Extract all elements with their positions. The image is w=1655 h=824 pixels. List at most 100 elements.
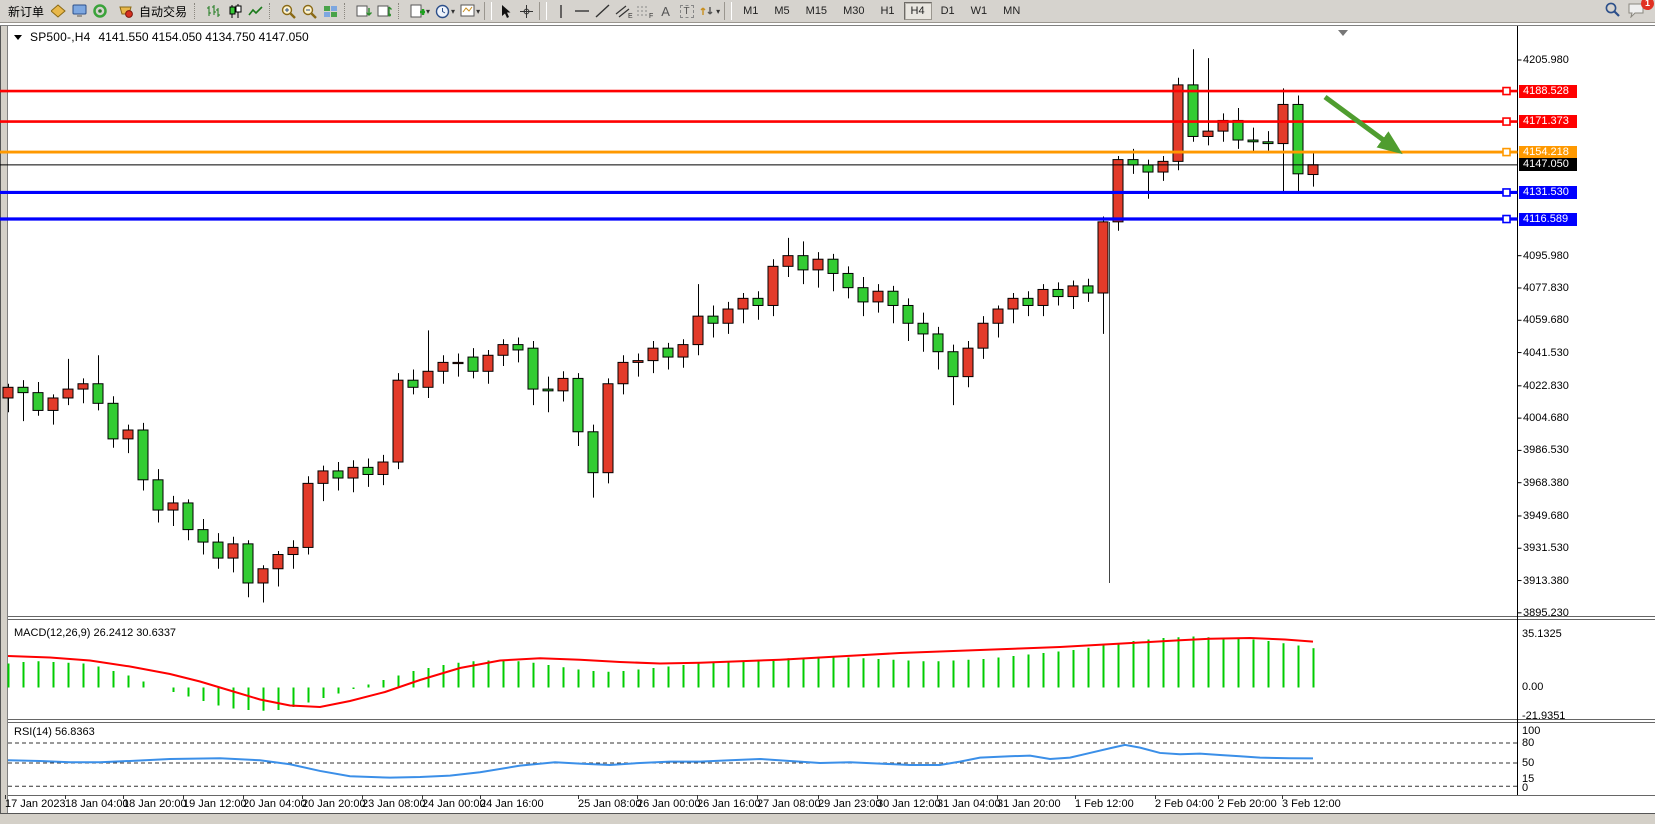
candle-up: [978, 323, 988, 348]
candle-down: [903, 305, 913, 323]
zoom-in-icon[interactable]: [279, 2, 298, 20]
candle-down: [513, 345, 523, 350]
line-endpoint-marker: [1503, 149, 1510, 156]
time-axis-label: 25 Jan 08:00: [578, 798, 642, 810]
timeframe-h4-button[interactable]: H4: [904, 2, 932, 20]
time-axis-label: 26 Jan 16:00: [697, 798, 761, 810]
autotrade-button[interactable]: 自动交易: [111, 1, 191, 21]
time-axis-label: 18 Jan 04:00: [65, 798, 129, 810]
time-axis-label: 26 Jan 00:00: [637, 798, 701, 810]
price-line-label: 4116.589: [1519, 213, 1577, 226]
line-endpoint-marker: [1503, 118, 1510, 125]
price-axis-tick: 4059.680: [1523, 314, 1569, 326]
candle-up: [423, 371, 433, 387]
market-watch-icon[interactable]: [70, 2, 89, 20]
candle-up: [1008, 298, 1018, 309]
candle-down: [828, 259, 838, 273]
arrows-dropdown-caret[interactable]: ▾: [716, 7, 720, 16]
candle-up: [288, 547, 298, 554]
chart-menu-arrow-icon[interactable]: [14, 35, 22, 40]
candle-down: [408, 380, 418, 387]
arrange-horizontal-icon[interactable]: [354, 2, 373, 20]
time-axis-label: 23 Jan 08:00: [362, 798, 426, 810]
template-icon[interactable]: [458, 2, 477, 20]
price-axis-tick: 3895.230: [1523, 607, 1569, 619]
line-chart-mode-icon[interactable]: [246, 2, 265, 20]
equidistant-channel-tool-icon[interactable]: E: [614, 2, 633, 20]
zoom-out-icon[interactable]: [300, 2, 319, 20]
candle-up: [78, 384, 88, 389]
candle-down: [468, 357, 478, 371]
price-axis-tick: 4004.680: [1523, 412, 1569, 424]
price-chart-canvas[interactable]: [0, 24, 1655, 824]
arrows-tool-icon[interactable]: [698, 2, 717, 20]
trendline-tool-icon[interactable]: [593, 2, 612, 20]
candle-up: [393, 380, 403, 462]
timeframe-d1-button[interactable]: D1: [934, 2, 962, 20]
candle-down: [543, 389, 553, 391]
timeframe-h1-button[interactable]: H1: [873, 2, 901, 20]
price-axis-tick: 3986.530: [1523, 444, 1569, 456]
autotrade-icon: [116, 2, 135, 20]
timeframe-m30-button[interactable]: M30: [836, 2, 871, 20]
candle-up: [273, 555, 283, 569]
candle-down: [138, 430, 148, 480]
candle-up: [258, 569, 268, 583]
timeframe-m1-button[interactable]: M1: [736, 2, 765, 20]
candle-down: [948, 352, 958, 377]
tile-windows-icon[interactable]: [321, 2, 340, 20]
new-chart-dropdown-caret[interactable]: ▾: [426, 7, 430, 16]
candle-down: [333, 471, 343, 478]
candle-down: [798, 256, 808, 270]
timeframe-m5-button[interactable]: M5: [767, 2, 796, 20]
timeframe-w1-button[interactable]: W1: [964, 2, 995, 20]
period-clock-icon[interactable]: [433, 2, 452, 20]
new-chart-icon[interactable]: [408, 2, 427, 20]
price-line-label: 4171.373: [1519, 115, 1577, 128]
candle-down: [888, 291, 898, 305]
candlestick-mode-icon[interactable]: [225, 2, 244, 20]
candle-down: [663, 348, 673, 357]
candle-down: [1263, 142, 1273, 144]
horizontal-line-tool-icon[interactable]: [572, 2, 591, 20]
timeframe-m15-button[interactable]: M15: [799, 2, 834, 20]
macd-axis-tick: 35.1325: [1522, 628, 1562, 640]
price-axis-tick: 4077.830: [1523, 282, 1569, 294]
time-axis-label: 20 Jan 20:00: [302, 798, 366, 810]
candle-down: [1188, 85, 1198, 137]
text-tool-icon[interactable]: A: [656, 2, 675, 20]
crosshair-tool-icon[interactable]: [517, 2, 536, 20]
candle-up: [963, 348, 973, 376]
text-label-tool-icon[interactable]: T: [677, 2, 696, 20]
price-axis-tick: 4022.830: [1523, 380, 1569, 392]
time-axis-label: 2 Feb 04:00: [1155, 798, 1214, 810]
cursor-tool-icon[interactable]: [496, 2, 515, 20]
bar-chart-mode-icon[interactable]: [204, 2, 223, 20]
time-axis-label: 27 Jan 08:00: [757, 798, 821, 810]
candle-up: [228, 544, 238, 558]
signals-icon[interactable]: [91, 2, 110, 20]
vertical-line-tool-icon[interactable]: [551, 2, 570, 20]
order-history-icon[interactable]: [49, 2, 68, 20]
price-axis-tick: 3949.680: [1523, 510, 1569, 522]
candle-up: [693, 316, 703, 344]
price-line-label: 4147.050: [1519, 158, 1577, 171]
template-dropdown-caret[interactable]: ▾: [476, 7, 480, 16]
arrange-vertical-icon[interactable]: [375, 2, 394, 20]
timeframe-mn-button[interactable]: MN: [996, 2, 1027, 20]
time-axis-label: 20 Jan 04:00: [243, 798, 307, 810]
time-axis-label: 29 Jan 23:00: [818, 798, 882, 810]
new-order-button[interactable]: 新订单: [4, 2, 48, 21]
candle-up: [168, 503, 178, 510]
candle-up: [483, 355, 493, 371]
candle-down: [1023, 298, 1033, 305]
fibonacci-tool-icon[interactable]: F: [635, 2, 654, 20]
candle-up: [558, 378, 568, 390]
candle-up: [873, 291, 883, 302]
chart-title: SP500-,H4 4141.550 4154.050 4134.750 414…: [14, 30, 309, 44]
chart-window[interactable]: SP500-,H4 4141.550 4154.050 4134.750 414…: [0, 24, 1655, 824]
period-dropdown-caret[interactable]: ▾: [451, 7, 455, 16]
candle-up: [993, 309, 1003, 323]
notifications-chat-icon[interactable]: 1: [1624, 1, 1648, 19]
search-icon[interactable]: [1603, 1, 1622, 19]
